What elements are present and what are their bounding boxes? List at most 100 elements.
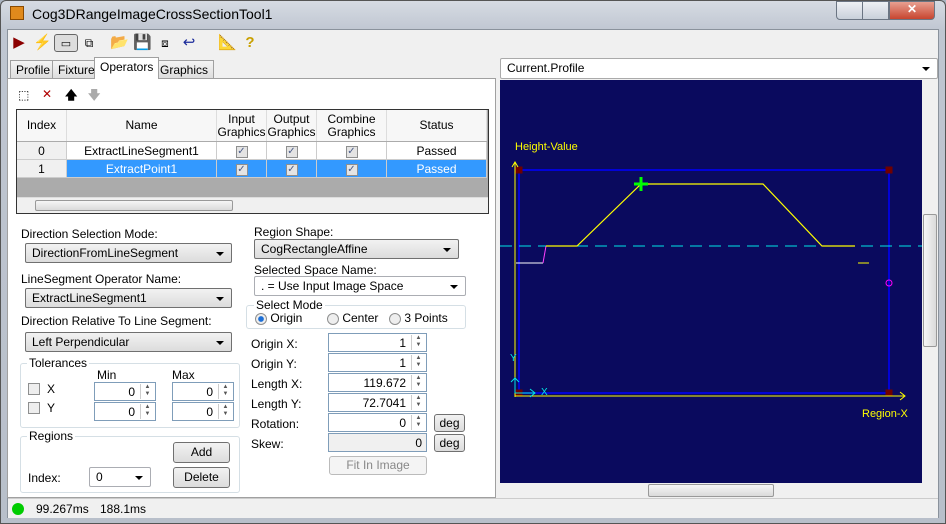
floating-window-icon[interactable]: ⧉ [80, 34, 98, 52]
tab-profile[interactable]: Profile [10, 60, 57, 79]
y-min-spinner[interactable]: 0 ▲ ▼ [94, 402, 156, 421]
tab-graphics[interactable]: Graphics [154, 60, 215, 79]
minimize-button[interactable] [836, 1, 863, 20]
length-y-label: Length Y: [251, 397, 302, 411]
row-name[interactable]: ExtractLineSegment1 [67, 142, 217, 160]
col-header-index[interactable]: Index [17, 110, 67, 141]
open-icon[interactable]: 📂 [110, 34, 129, 52]
axis-x-glyph: X [541, 387, 548, 398]
combine-graphics-checkbox[interactable]: ✓ [345, 163, 358, 176]
row-name[interactable]: ExtractPoint1 [67, 160, 217, 178]
table-row[interactable]: 1 ExtractPoint1 ✓ ✓ ✓ Passed [17, 160, 487, 178]
grid-horizontal-scrollbar[interactable] [17, 197, 488, 213]
direction-mode-select[interactable]: DirectionFromLineSegment [25, 243, 232, 263]
col-header-name[interactable]: Name [67, 110, 217, 141]
calibrate-icon[interactable]: 📐 [218, 34, 237, 52]
delete-region-button[interactable]: Delete [173, 467, 230, 488]
output-graphics-checkbox[interactable]: ✓ [285, 163, 298, 176]
add-region-button[interactable]: Add [173, 442, 230, 463]
profile-display[interactable]: Height-Value Region-X X Y [500, 80, 922, 483]
row-index: 1 [17, 160, 67, 178]
delete-operator-icon[interactable]: ✕ [42, 87, 52, 101]
direction-relative-label: Direction Relative To Line Segment: [21, 314, 212, 328]
origin-radio[interactable]: Origin [255, 311, 302, 325]
three-points-radio[interactable]: 3 Points [389, 311, 448, 325]
input-graphics-checkbox[interactable]: ✓ [235, 163, 248, 176]
select-mode-label: Select Mode [254, 298, 325, 312]
tolerance-x-label: X [47, 382, 56, 396]
display-selector[interactable]: Current.Profile [500, 58, 938, 79]
direction-mode-label: Direction Selection Mode: [21, 227, 158, 241]
origin-x-spinner[interactable]: 1 ▲ ▼ [328, 333, 427, 352]
row-status: Passed [387, 142, 487, 160]
tolerance-y-label: Y [47, 401, 56, 415]
scrollbar-thumb[interactable] [648, 484, 774, 497]
x-axis-label: Region-X [862, 408, 909, 420]
show-image-icon[interactable]: ▭ [54, 34, 78, 52]
length-y-spinner[interactable]: 72.7041 ▲ ▼ [328, 393, 427, 412]
selected-space-select[interactable]: . = Use Input Image Space [254, 276, 466, 296]
save-icon[interactable]: 💾 [133, 34, 152, 52]
last-run-time: 99.267ms [36, 502, 89, 516]
x-max-spinner[interactable]: 0 ▲ ▼ [172, 382, 234, 401]
input-graphics-checkbox[interactable]: ✓ [235, 145, 248, 158]
new-operator-icon[interactable]: ⬚ [18, 88, 29, 102]
region-shape-select[interactable]: CogRectangleAffine [254, 239, 459, 259]
table-row[interactable]: 0 ExtractLineSegment1 ✓ ✓ ✓ Passed [17, 142, 487, 160]
length-x-spinner[interactable]: 119.672 ▲ ▼ [328, 373, 427, 392]
display-horizontal-scrollbar[interactable] [500, 483, 938, 498]
reset-icon[interactable]: ↩ [180, 34, 198, 52]
max-label: Max [172, 368, 195, 382]
lineseg-operator-select[interactable]: ExtractLineSegment1 [25, 288, 232, 308]
total-time: 188.1ms [100, 502, 147, 516]
display-vertical-scrollbar[interactable] [922, 80, 938, 483]
region-shape-label: Region Shape: [254, 225, 334, 239]
origin-y-label: Origin Y: [251, 357, 297, 371]
app-icon [10, 6, 24, 20]
scrollbar-thumb[interactable] [923, 214, 937, 347]
region-index-label: Index: [28, 471, 61, 485]
save-as-icon[interactable]: ⧈ [156, 34, 174, 52]
row-status: Passed [387, 160, 487, 178]
col-header-combine-graphics[interactable]: Combine Graphics [317, 110, 387, 141]
origin-y-spinner[interactable]: 1 ▲ ▼ [328, 353, 427, 372]
col-header-status[interactable]: Status [387, 110, 487, 141]
tolerance-x-checkbox[interactable] [28, 383, 40, 395]
help-icon[interactable]: ? [241, 34, 259, 52]
direction-relative-select[interactable]: Left Perpendicular [25, 332, 232, 352]
skew-deg-button[interactable]: deg [434, 434, 465, 452]
electric-run-icon[interactable]: ⚡ [33, 34, 52, 52]
maximize-button[interactable] [862, 1, 889, 20]
y-max-spinner[interactable]: 0 ▲ ▼ [172, 402, 234, 421]
fit-in-image-button[interactable]: Fit In Image [329, 456, 427, 475]
center-radio[interactable]: Center [327, 311, 378, 325]
rotation-label: Rotation: [251, 417, 300, 431]
move-down-icon[interactable]: 🡇 [88, 86, 100, 107]
status-bar [8, 498, 938, 518]
combine-graphics-checkbox[interactable]: ✓ [345, 145, 358, 158]
skew-field[interactable]: 0 [328, 433, 427, 452]
tab-operators[interactable]: Operators [94, 57, 160, 79]
x-min-spinner[interactable]: 0 ▲ ▼ [94, 382, 156, 401]
selected-space-label: Selected Space Name: [254, 263, 377, 277]
regions-label: Regions [27, 429, 76, 443]
scrollbar-thumb[interactable] [35, 200, 233, 211]
tolerance-y-checkbox[interactable] [28, 402, 40, 414]
rotation-spinner[interactable]: 0 ▲ ▼ [328, 413, 427, 432]
status-indicator-icon [12, 503, 24, 515]
min-label: Min [97, 368, 117, 382]
col-header-output-graphics[interactable]: Output Graphics [267, 110, 317, 141]
rotation-deg-button[interactable]: deg [434, 414, 465, 432]
region-index-select[interactable]: 0 [89, 467, 151, 487]
skew-label: Skew: [251, 437, 284, 451]
row-index: 0 [17, 142, 67, 160]
length-x-label: Length X: [251, 377, 303, 391]
origin-x-label: Origin X: [251, 337, 298, 351]
window-title: Cog3DRangeImageCrossSectionTool1 [32, 6, 273, 22]
run-icon[interactable]: ▶ [10, 34, 28, 52]
y-axis-label: Height-Value [515, 141, 578, 153]
move-up-icon[interactable]: 🡅 [65, 86, 77, 107]
output-graphics-checkbox[interactable]: ✓ [285, 145, 298, 158]
col-header-input-graphics[interactable]: Input Graphics [217, 110, 267, 141]
close-button[interactable]: ✕ [889, 1, 935, 20]
